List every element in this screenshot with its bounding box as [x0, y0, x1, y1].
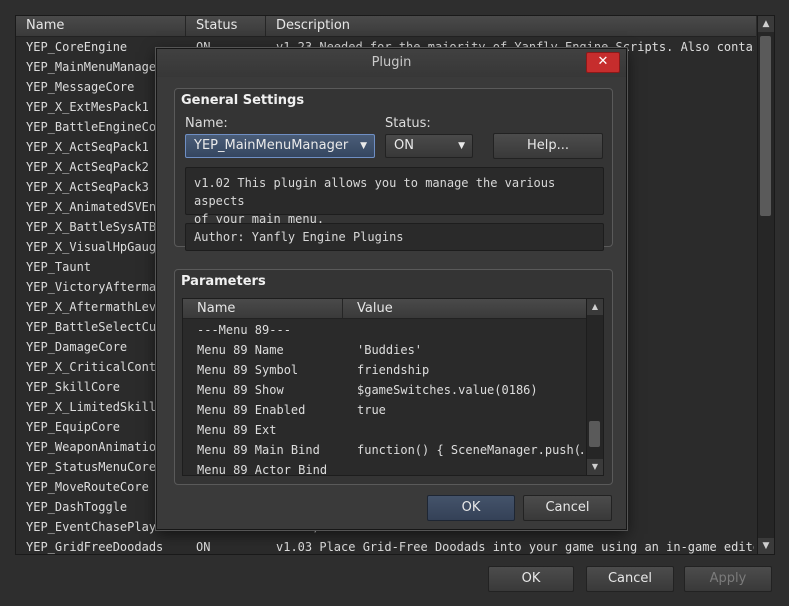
- name-label: Name:: [185, 116, 228, 131]
- plugin-list-scrollbar[interactable]: ▲ ▼: [757, 16, 774, 554]
- scroll-thumb[interactable]: [589, 421, 600, 447]
- parameter-row[interactable]: Menu 89 Name 'Buddies': [183, 340, 587, 360]
- manager-ok-button[interactable]: OK: [488, 566, 574, 592]
- parameter-name: Menu 89 Show: [197, 383, 284, 397]
- parameter-name: Menu 89 Main Bind: [197, 443, 320, 457]
- parameter-value: friendship: [357, 363, 430, 377]
- parameter-name: Menu 89 Ext: [197, 423, 277, 437]
- name-select-value: YEP_MainMenuManager: [194, 138, 349, 153]
- status-label: Status:: [385, 116, 431, 131]
- parameter-value: true: [357, 403, 386, 417]
- parameter-row[interactable]: Menu 89 Main Bind function() { SceneManag…: [183, 440, 587, 460]
- param-header-name[interactable]: Name: [183, 299, 343, 319]
- plugin-list-header: Name Status Description: [16, 16, 756, 37]
- dialog-ok-button[interactable]: OK: [427, 495, 515, 521]
- scroll-down-icon[interactable]: ▼: [587, 459, 603, 475]
- parameter-row[interactable]: Menu 89 Actor Bind: [183, 460, 587, 476]
- column-header-status[interactable]: Status: [186, 16, 266, 36]
- chevron-down-icon: ▼: [458, 141, 465, 151]
- plugin-name: YEP_GridFreeDoodads: [26, 540, 164, 554]
- plugin-dialog: Plugin ✕ General Settings Name: Status: …: [156, 48, 627, 530]
- parameters-scrollbar[interactable]: ▲ ▼: [586, 299, 603, 475]
- parameter-name: Menu 89 Actor Bind: [197, 463, 328, 476]
- close-icon: ✕: [597, 54, 609, 69]
- parameter-name: ---Menu 89---: [197, 323, 291, 337]
- parameter-row[interactable]: Menu 89 Enabled true: [183, 400, 587, 420]
- status-select[interactable]: ON ▼: [385, 134, 473, 158]
- parameter-name: Menu 89 Enabled: [197, 403, 306, 417]
- manager-apply-button[interactable]: Apply: [684, 566, 772, 592]
- plugin-author: Author: Yanfly Engine Plugins: [185, 223, 604, 251]
- scroll-up-icon[interactable]: ▲: [758, 16, 774, 32]
- dialog-cancel-button[interactable]: Cancel: [523, 495, 612, 521]
- parameter-row[interactable]: Menu 89 Ext: [183, 420, 587, 440]
- parameter-name: Menu 89 Symbol: [197, 363, 299, 377]
- name-select[interactable]: YEP_MainMenuManager ▼: [185, 134, 375, 158]
- parameters-group: Parameters Name Value ---Menu 89--- Menu …: [174, 269, 613, 485]
- parameter-value: $gameSwitches.value(0186): [357, 383, 538, 397]
- manager-cancel-button[interactable]: Cancel: [586, 566, 674, 592]
- parameter-value: function() { SceneManager.push(…: [357, 443, 583, 457]
- author-text: Author: Yanfly Engine Plugins: [194, 230, 404, 244]
- parameter-name: Menu 89 Name: [197, 343, 284, 357]
- plugin-description-cell: v1.03 Place Grid-Free Doodads into your …: [276, 540, 754, 554]
- scroll-down-icon[interactable]: ▼: [758, 538, 774, 554]
- general-settings-title: General Settings: [181, 93, 305, 108]
- description-line-1: v1.02 This plugin allows you to manage t…: [194, 176, 556, 208]
- parameters-table[interactable]: Name Value ---Menu 89--- Menu 89 Name 'Bud…: [182, 298, 604, 476]
- general-settings-group: General Settings Name: Status: YEP_MainM…: [174, 88, 613, 251]
- parameters-title: Parameters: [181, 274, 266, 289]
- status-select-value: ON: [394, 138, 414, 153]
- plugin-status: ON: [196, 540, 211, 554]
- close-button[interactable]: ✕: [586, 52, 620, 73]
- dialog-titlebar[interactable]: Plugin: [157, 49, 626, 77]
- help-button[interactable]: Help...: [493, 133, 603, 159]
- dialog-title: Plugin: [371, 55, 412, 70]
- param-header-value[interactable]: Value: [343, 299, 587, 319]
- parameter-value: 'Buddies': [357, 343, 423, 357]
- column-header-name[interactable]: Name: [16, 16, 186, 36]
- plugin-description: v1.02 This plugin allows you to manage t…: [185, 167, 604, 226]
- column-header-description[interactable]: Description: [266, 16, 756, 36]
- chevron-down-icon: ▼: [360, 141, 367, 151]
- parameter-row[interactable]: Menu 89 Symbol friendship: [183, 360, 587, 380]
- plugin-row[interactable]: YEP_GridFreeDoodads ON v1.03 Place Grid-Fr…: [16, 537, 756, 554]
- parameter-row[interactable]: ---Menu 89---: [183, 320, 587, 340]
- scroll-up-icon[interactable]: ▲: [587, 299, 603, 315]
- scroll-thumb[interactable]: [760, 36, 771, 216]
- parameter-row[interactable]: Menu 89 Show $gameSwitches.value(0186): [183, 380, 587, 400]
